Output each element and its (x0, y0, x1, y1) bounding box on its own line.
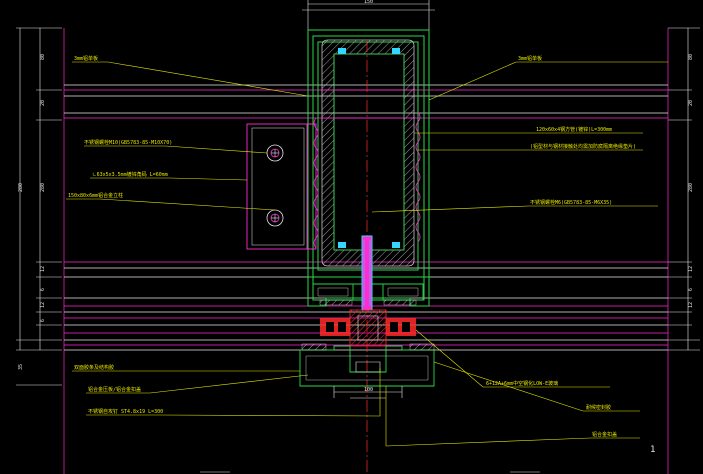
angle-bracket-left (246, 123, 317, 250)
dim-left-lower: 35 (18, 364, 24, 370)
left-dimension-chain (16, 27, 62, 386)
dim-top: 150 (364, 0, 373, 5)
dim-left-a: 20 (40, 100, 46, 106)
left-dimension-values: 80 20 280 280 12 6 12 6 35 (18, 54, 46, 370)
steel-square-tube (321, 39, 415, 267)
annotations: 3mm铝单板 3mm铝单板 不锈钢螺栓M10(GB5783-85-M10X70)… (68, 55, 636, 438)
cad-drawing-canvas: 80 20 280 280 12 6 12 6 35 80 20 280 12 … (16, 0, 700, 474)
right-dimension-chain (668, 27, 700, 351)
label-b4: 耐候密封胶 (586, 404, 611, 411)
glazing-gaskets (320, 309, 416, 347)
label-r1: 120x60x4钢方管(镀锌)L=300mm (536, 126, 612, 133)
dim-left-bottom: 12 (40, 302, 46, 308)
dim-left-c: 6 (40, 288, 46, 291)
bolt-lower (266, 209, 284, 227)
dim-right-a: 20 (688, 100, 694, 106)
dim-left-b: 12 (40, 266, 46, 272)
tube-magenta-inner-lines (322, 89, 414, 119)
dim-right-total: 280 (688, 183, 694, 192)
label-b1: 双面胶条及结构胶 (74, 364, 114, 371)
dim-right-b: 12 (688, 266, 694, 272)
dim-right-top: 80 (688, 54, 694, 60)
dim-left-top: 80 (40, 54, 46, 60)
label-b5: 不锈钢自攻钉 ST4.8x19 L=300 (88, 408, 163, 415)
bolt-upper (266, 144, 284, 162)
label-b3: 6+12A+6mm中空钢化LOW-E玻璃 (486, 380, 558, 387)
right-dimension-values: 80 20 280 12 6 12 (688, 54, 694, 308)
label-top-left: 3mm铝单板 (74, 55, 98, 62)
label-tube-spec: 150x80x6mm铝合金立柱 (68, 192, 123, 199)
dim-bottom: 100 (364, 387, 373, 393)
label-bolt-spec: 不锈钢螺栓M10(GB5783-85-M10X70) (84, 139, 172, 146)
label-r2: (铝型材与钢材接触处均需加防腐隔离绝缘垫片) (530, 143, 636, 150)
dim-left-mid: 280 (40, 183, 46, 192)
page-number: 1 (650, 445, 655, 455)
label-b2: 铝合金压板/铝合金扣盖 (88, 386, 141, 393)
label-angle-spec: ㄴ63x5x3.5mm镀锌角码 L=60mm (92, 171, 168, 178)
dim-right-c: 6 (688, 288, 694, 291)
dim-left-total: 280 (18, 183, 24, 192)
label-b6: 铝合金扣盖 (592, 431, 617, 438)
center-screw (361, 235, 373, 311)
dim-right-bottom: 12 (688, 302, 694, 308)
label-r3: 不锈钢螺栓M6(GB5783-85-M6X35) (530, 199, 612, 206)
dim-left-bottom2: 6 (40, 319, 46, 322)
label-top-right: 3mm铝单板 (518, 55, 542, 62)
